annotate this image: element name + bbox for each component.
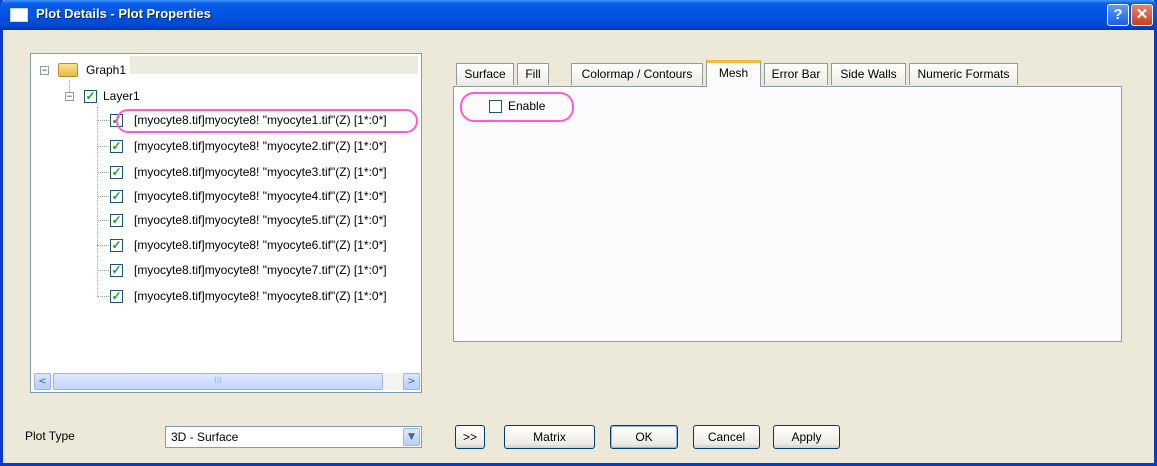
- plot-type-value: 3D - Surface: [171, 430, 239, 444]
- tab-numeric-formats[interactable]: Numeric Formats: [909, 63, 1018, 85]
- plot-label: [myocyte8.tif]myocyte8! "myocyte6.tif"(Z…: [134, 238, 387, 252]
- annotation-oval: [460, 92, 574, 122]
- plot-label: [myocyte8.tif]myocyte8! "myocyte3.tif"(Z…: [134, 165, 387, 179]
- tree-connector: [97, 172, 109, 173]
- layer-checkbox[interactable]: ✓: [84, 90, 97, 103]
- plot-label: [myocyte8.tif]myocyte8! "myocyte7.tif"(Z…: [134, 263, 387, 277]
- scroll-thumb[interactable]: III: [53, 373, 383, 390]
- collapse-icon[interactable]: −: [65, 92, 74, 101]
- help-button[interactable]: ?: [1107, 4, 1129, 26]
- annotation-oval: [116, 109, 418, 133]
- tree-node-label: Layer1: [103, 89, 140, 103]
- tree-horizontal-scrollbar[interactable]: < III >: [34, 373, 420, 390]
- tree-connector: [97, 120, 109, 121]
- ok-button[interactable]: OK: [610, 425, 678, 449]
- mesh-tab-panel: [453, 86, 1122, 342]
- scroll-right-button[interactable]: >: [403, 373, 420, 390]
- scroll-left-button[interactable]: <: [34, 373, 51, 390]
- apply-button[interactable]: Apply: [773, 425, 840, 449]
- tab-fill[interactable]: Fill: [517, 63, 549, 85]
- expand-button[interactable]: >>: [455, 425, 485, 449]
- plot-checkbox[interactable]: ✓: [110, 140, 123, 153]
- collapse-icon[interactable]: −: [40, 66, 49, 75]
- plot-type-dropdown[interactable]: 3D - Surface ▼: [165, 426, 422, 448]
- plot-label: [myocyte8.tif]myocyte8! "myocyte5.tif"(Z…: [134, 213, 387, 227]
- tab-colormap-contours[interactable]: Colormap / Contours: [571, 63, 703, 85]
- matrix-button[interactable]: Matrix: [504, 425, 595, 449]
- window-title: Plot Details - Plot Properties: [36, 6, 211, 21]
- plot-checkbox[interactable]: ✓: [110, 264, 123, 277]
- chevron-down-icon[interactable]: ▼: [403, 428, 420, 446]
- tree-connector: [97, 296, 109, 297]
- tree-connector: [97, 245, 109, 246]
- tree-connector: [97, 270, 109, 271]
- folder-icon: [58, 63, 78, 77]
- window-icon: [10, 8, 28, 22]
- tab-error-bar[interactable]: Error Bar: [764, 63, 828, 85]
- plot-checkbox[interactable]: ✓: [110, 239, 123, 252]
- plot-label: [myocyte8.tif]myocyte8! "myocyte4.tif"(Z…: [134, 189, 387, 203]
- plot-checkbox[interactable]: ✓: [110, 214, 123, 227]
- cancel-button[interactable]: Cancel: [693, 425, 760, 449]
- plot-checkbox[interactable]: ✓: [110, 166, 123, 179]
- close-button[interactable]: ✕: [1131, 4, 1153, 26]
- tree-node-label: Graph1: [86, 63, 127, 77]
- selected-row-highlight: [130, 56, 418, 74]
- plot-label: [myocyte8.tif]myocyte8! "myocyte8.tif"(Z…: [134, 289, 387, 303]
- tab-surface[interactable]: Surface: [456, 63, 514, 85]
- plot-type-label: Plot Type: [25, 429, 75, 443]
- tree-connector: [97, 107, 98, 297]
- title-bar[interactable]: Plot Details - Plot Properties ? ✕: [0, 0, 1157, 30]
- tab-side-walls[interactable]: Side Walls: [831, 63, 906, 85]
- tree-connector: [97, 146, 109, 147]
- tree-connector: [97, 220, 109, 221]
- tree-connector: [97, 196, 109, 197]
- plot-checkbox[interactable]: ✓: [110, 290, 123, 303]
- plot-checkbox[interactable]: ✓: [110, 190, 123, 203]
- tab-mesh[interactable]: Mesh: [706, 60, 761, 87]
- plot-label: [myocyte8.tif]myocyte8! "myocyte2.tif"(Z…: [134, 139, 387, 153]
